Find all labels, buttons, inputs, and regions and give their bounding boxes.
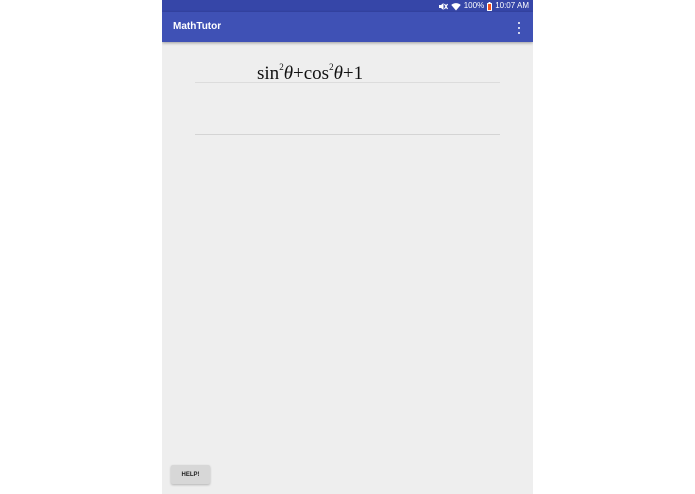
expr-cos: cos <box>303 63 330 84</box>
status-bar: 100% 10:07 AM <box>162 0 533 12</box>
answer-line-divider <box>195 82 500 83</box>
expr-theta: θ <box>333 63 343 84</box>
input-line-divider <box>195 134 500 135</box>
expr-theta: θ <box>283 63 294 84</box>
expr-exponent: 2 <box>329 61 334 72</box>
battery-percent: 100% <box>463 1 485 10</box>
mute-icon <box>438 2 448 11</box>
help-button[interactable]: HELP! <box>171 465 210 484</box>
wifi-icon <box>451 2 461 11</box>
menu-dot <box>518 27 520 29</box>
expr-constant: 1 <box>353 63 364 84</box>
expr-plus: + <box>293 63 304 84</box>
menu-dot <box>518 22 520 24</box>
status-time: 10:07 AM <box>495 1 529 10</box>
menu-dot <box>518 32 520 34</box>
overflow-menu-icon[interactable] <box>515 22 523 34</box>
app-title: MathTutor <box>173 21 222 32</box>
status-icons: 100% 10:07 AM <box>438 0 529 12</box>
battery-icon <box>487 1 493 11</box>
app-bar: MathTutor <box>162 12 533 42</box>
expr-sin: sin <box>257 63 280 84</box>
expr-plus: + <box>342 63 354 84</box>
device-screen: 100% 10:07 AM MathTutor sin2θ+cos2θ+1 HE… <box>162 0 533 494</box>
expr-exponent: 2 <box>279 61 284 72</box>
